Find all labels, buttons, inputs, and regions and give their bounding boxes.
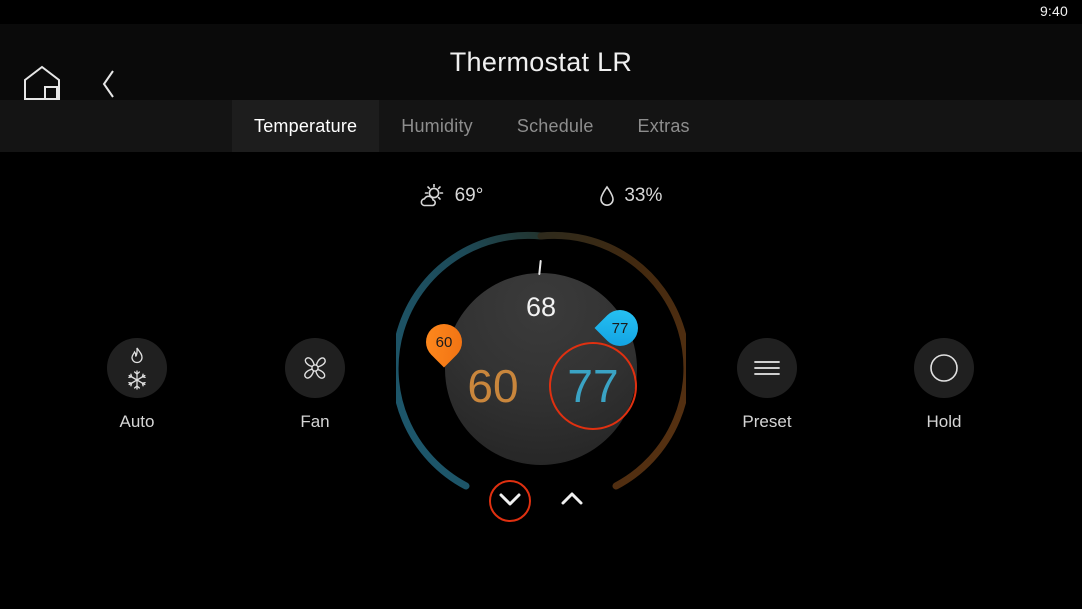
increase-temperature-button[interactable]	[551, 480, 593, 522]
tab-temperature[interactable]: Temperature	[232, 100, 380, 152]
hold-label: Hold	[926, 412, 962, 431]
heat-setpoint-value[interactable]: 60	[445, 359, 541, 413]
outdoor-humidity-value: 33%	[624, 185, 663, 206]
tab-humidity[interactable]: Humidity	[379, 100, 495, 152]
chevron-up-icon	[560, 491, 584, 512]
tab-bar: Temperature Humidity Schedule Extras	[0, 100, 1082, 152]
preset-label: Preset	[742, 412, 792, 431]
water-drop-icon	[599, 185, 615, 207]
tab-extras[interactable]: Extras	[616, 100, 712, 152]
cool-setpoint-value: 77	[567, 360, 619, 412]
status-bar: 9:40	[0, 0, 1082, 24]
heat-setpoint-handle[interactable]: 60	[418, 316, 470, 368]
circle-outline-icon	[914, 338, 974, 398]
chevron-down-icon	[498, 491, 522, 512]
fan-icon	[285, 338, 345, 398]
outdoor-humidity: 33%	[599, 184, 662, 208]
cool-handle-label: 77	[611, 319, 629, 337]
outdoor-temperature-value: 69°	[454, 185, 484, 206]
heat-handle-label: 60	[435, 333, 453, 351]
outdoor-conditions: 69° 33%	[0, 184, 1082, 208]
cool-setpoint-selected[interactable]: 77	[549, 342, 637, 430]
thermostat-screen: 9:40 Thermostat LR Temperature Humidity …	[0, 0, 1082, 609]
fan-button[interactable]: Fan	[250, 338, 380, 432]
preset-button[interactable]: Preset	[702, 338, 832, 432]
main-content: 69° 33% 68 60 77 60 77 Auto Fan Preset H…	[0, 152, 1082, 609]
mode-auto-button[interactable]: Auto	[72, 338, 202, 432]
cool-setpoint-handle[interactable]: 77	[594, 302, 646, 354]
sun-cloud-icon	[420, 184, 446, 208]
page-title: Thermostat LR	[449, 46, 633, 77]
fan-label: Fan	[300, 412, 330, 431]
decrease-temperature-button[interactable]	[489, 480, 531, 522]
temperature-dial[interactable]: 68 60 77 60 77	[396, 224, 686, 522]
app-header: Thermostat LR	[0, 24, 1082, 100]
outdoor-temperature: 69°	[420, 184, 484, 208]
hold-button[interactable]: Hold	[879, 338, 1009, 432]
current-temperature: 68	[525, 292, 557, 322]
clock: 9:40	[1039, 3, 1068, 19]
flame-snowflake-icon	[107, 338, 167, 398]
tab-schedule[interactable]: Schedule	[495, 100, 616, 152]
hamburger-menu-icon	[737, 338, 797, 398]
mode-auto-label: Auto	[119, 412, 155, 431]
